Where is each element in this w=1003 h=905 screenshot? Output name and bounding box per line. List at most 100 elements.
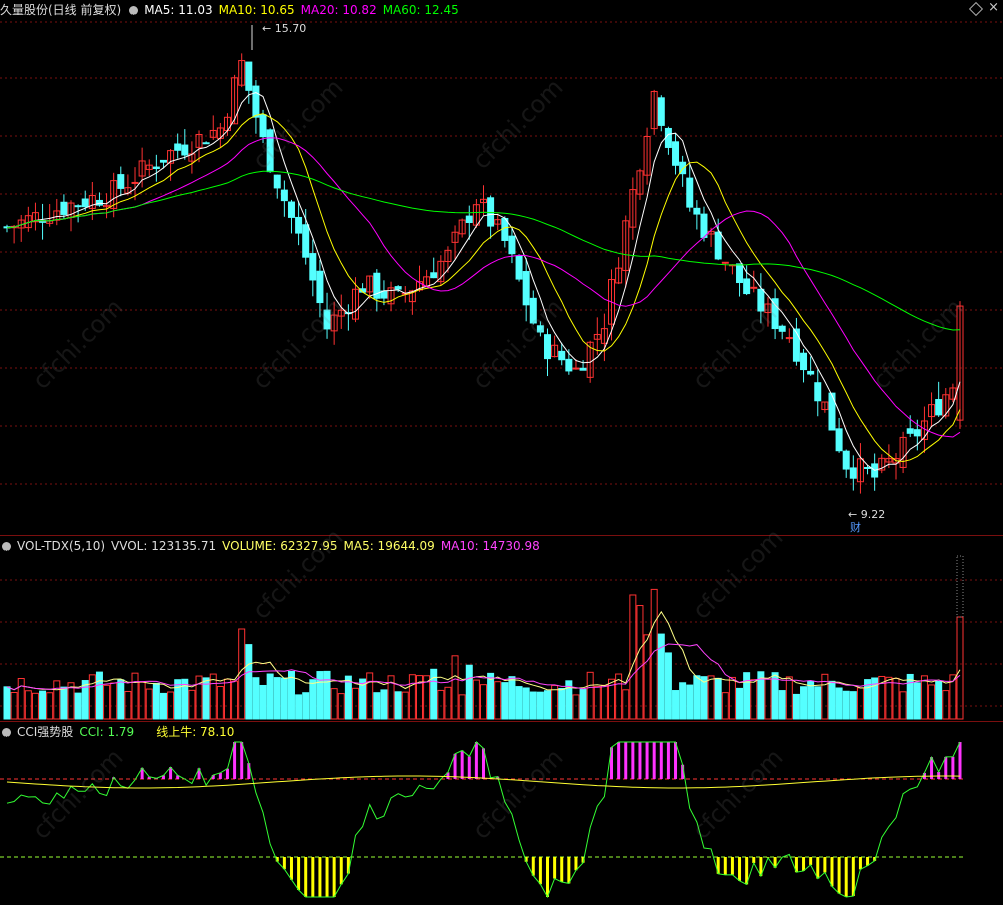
candle-body <box>430 272 438 279</box>
volume-bar <box>124 690 132 720</box>
volume-bar <box>572 694 580 720</box>
candle-body <box>906 428 914 434</box>
volume-bar <box>266 673 274 720</box>
candle-body <box>181 144 189 156</box>
candle-body <box>792 328 800 362</box>
volume-bar <box>579 689 587 720</box>
volume-bar <box>309 679 317 720</box>
candle-body <box>800 352 808 371</box>
volume-bar <box>835 687 843 720</box>
volume-bar <box>117 679 125 720</box>
volume-bar <box>686 684 694 720</box>
volume-bar <box>330 688 338 720</box>
volume-bar <box>366 672 374 720</box>
volume-bar <box>472 679 480 720</box>
candle-body <box>74 205 82 208</box>
price-chart: ← 15.70 ← 9.22财 <box>0 21 1003 534</box>
candle-body <box>700 213 708 238</box>
volume-bar <box>323 670 331 720</box>
candle-body <box>394 286 402 290</box>
candle-body <box>259 114 267 138</box>
volume-bar <box>138 681 146 720</box>
volume-bar <box>885 676 893 720</box>
volume-bar <box>743 672 751 720</box>
volume-bar <box>899 691 907 720</box>
volume-bar <box>622 689 630 720</box>
volume-bar <box>351 687 359 720</box>
candle-body <box>828 392 836 431</box>
volume-bar <box>465 664 473 720</box>
candle-body <box>522 271 530 306</box>
volume-bar <box>728 676 736 720</box>
volume-bar <box>188 689 196 720</box>
candle-body <box>565 358 573 372</box>
volume-bar <box>785 676 793 720</box>
volume-bar <box>536 691 544 720</box>
high-price-label: ← 15.70 <box>262 22 306 35</box>
volume-bar <box>487 672 495 720</box>
volume-bar <box>480 684 487 720</box>
candle-body <box>743 278 751 295</box>
volume-bar <box>451 655 459 720</box>
volume-bar <box>586 671 594 720</box>
volume-bar <box>95 671 103 720</box>
volume-bar <box>152 682 160 720</box>
price-panel[interactable]: 久量股份(日线 前复权) ⌄ MA5: 11.03 MA10: 10.65 MA… <box>0 0 1003 536</box>
volume-bar <box>110 682 118 720</box>
volume-bar <box>544 690 552 720</box>
volume-chart <box>0 555 1003 720</box>
volume-bar <box>522 687 530 720</box>
candle-body <box>686 177 694 208</box>
volume-panel[interactable]: ⌄ VOL-TDX(5,10) VVOL: 123135.71 VOLUME: … <box>0 536 1003 722</box>
volume-bar <box>3 686 11 720</box>
volume-bar <box>223 678 231 720</box>
volume-bar <box>849 691 857 720</box>
candle-body <box>60 201 68 215</box>
candle-body <box>273 174 281 189</box>
candle-body <box>316 270 324 304</box>
volume-bar <box>216 685 224 720</box>
volume-bar <box>60 686 68 720</box>
volume-bar <box>643 634 651 720</box>
candle-body <box>159 159 167 163</box>
candle-body <box>842 450 850 470</box>
volume-bar <box>373 692 381 720</box>
candle-body <box>287 201 295 218</box>
candle-body <box>309 253 317 281</box>
volume-bar <box>529 691 537 720</box>
candle-body <box>579 367 587 371</box>
volume-bar <box>593 685 601 720</box>
candle-body <box>558 350 566 361</box>
volume-bar <box>778 690 786 720</box>
volume-bar <box>458 694 466 720</box>
candle-body <box>672 141 680 166</box>
volume-bar <box>231 680 239 720</box>
volume-bar <box>679 682 687 720</box>
volume-bar <box>913 682 921 720</box>
volume-bar <box>814 686 822 720</box>
volume-bar <box>380 689 388 720</box>
volume-bar <box>259 684 267 720</box>
candle-body <box>750 286 758 289</box>
volume-bar <box>792 693 800 720</box>
candle-body <box>152 166 160 170</box>
volume-ghost-bar <box>956 555 964 618</box>
volume-bar <box>956 616 964 720</box>
candle-body <box>693 207 701 215</box>
event-marker: 财 <box>850 520 861 534</box>
volume-bar <box>17 678 25 720</box>
candle-body <box>117 174 125 189</box>
volume-bar <box>39 690 47 720</box>
volume-bar <box>842 690 850 720</box>
candle-body <box>280 189 288 202</box>
candle-body <box>778 325 786 332</box>
candle-body <box>835 428 843 452</box>
volume-bar <box>252 677 260 720</box>
volume-bar <box>707 675 715 720</box>
volume-bar <box>629 594 637 720</box>
candle-body <box>721 261 729 264</box>
candle-body <box>736 263 744 284</box>
candle-body <box>913 429 921 437</box>
volume-bar <box>764 678 772 720</box>
volume-bar <box>74 692 82 720</box>
